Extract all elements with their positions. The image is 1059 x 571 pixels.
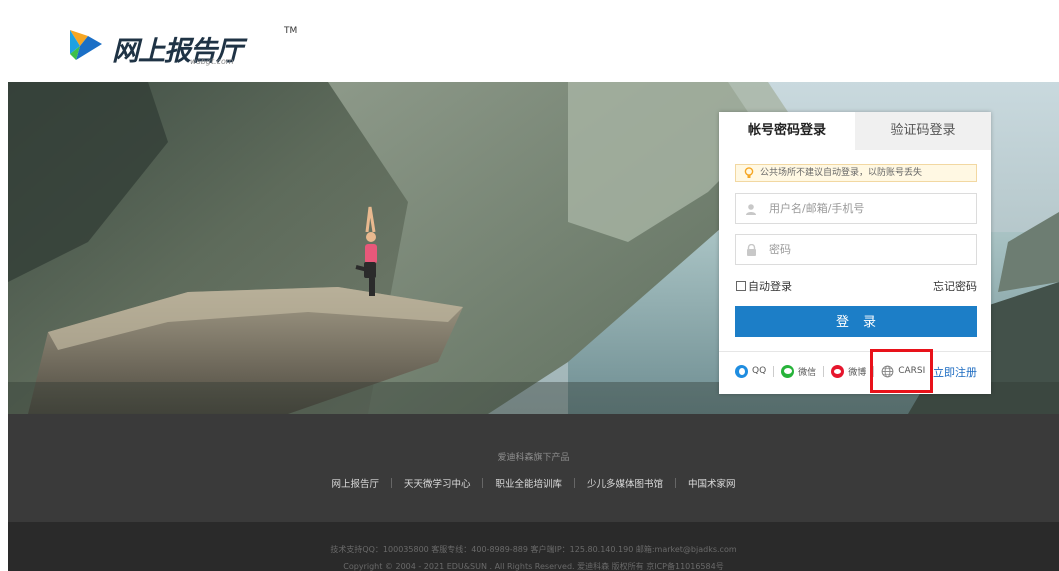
password-field xyxy=(735,234,977,265)
footer-copyright-line: Copyright © 2004 - 2021 EDU&SUN . All Ri… xyxy=(343,562,724,571)
footer-link-wsbgt[interactable]: 网上报告厅 xyxy=(319,476,391,490)
login-notice: 公共场所不建议自动登录，以防账号丢失 xyxy=(735,164,977,182)
tab-password-login[interactable]: 帐号密码登录 xyxy=(719,112,855,150)
register-link[interactable]: 立即注册 xyxy=(933,364,977,380)
weibo-label: 微博 xyxy=(848,367,867,378)
footer-link-shaoer[interactable]: 少儿多媒体图书馆 xyxy=(575,476,675,490)
footer-link-weixuexi[interactable]: 天天微学习中心 xyxy=(392,476,483,490)
user-icon xyxy=(736,194,766,223)
social-separator xyxy=(823,365,825,377)
footer-support-line: 技术支持QQ：100035800 客服专线：400-8989-889 客户端IP… xyxy=(330,545,737,554)
panel-divider xyxy=(719,351,991,352)
auto-login-label: 自动登录 xyxy=(748,280,792,293)
social-separator xyxy=(773,365,775,377)
forgot-password-link[interactable]: 忘记密码 xyxy=(933,278,977,294)
footer-copyright: 技术支持QQ：100035800 客服专线：400-8989-889 客户端IP… xyxy=(8,522,1059,571)
auto-login-checkbox[interactable] xyxy=(736,281,746,291)
login-tabs: 帐号密码登录 验证码登录 xyxy=(719,112,991,150)
footer-made-by: 爱迪科森旗下产品 xyxy=(497,453,570,463)
lightbulb-icon xyxy=(744,167,754,178)
login-page: 网上报告厅 TM wsbgt.com 帐号密码登录 验证码登录 公共场所不建议自… xyxy=(0,0,1059,571)
auto-login-option[interactable]: 自动登录 xyxy=(736,278,792,294)
weibo-icon xyxy=(831,364,845,378)
qq-icon xyxy=(735,364,748,378)
tab-sms-login[interactable]: 验证码登录 xyxy=(855,112,991,150)
weibo-login[interactable]: 微博 xyxy=(831,361,866,381)
wechat-icon xyxy=(781,364,795,378)
wechat-login[interactable]: 微信 xyxy=(781,361,816,381)
login-panel: 帐号密码登录 验证码登录 公共场所不建议自动登录，以防账号丢失 用户名/邮箱/手… xyxy=(719,112,991,394)
lock-icon xyxy=(736,235,766,264)
qq-login[interactable]: QQ xyxy=(735,361,766,381)
site-header: 网上报告厅 TM wsbgt.com xyxy=(0,0,1059,82)
carsi-highlight-box xyxy=(870,349,933,393)
login-button[interactable]: 登录 xyxy=(735,306,977,337)
wechat-label: 微信 xyxy=(798,367,817,378)
logo-subtitle: wsbgt.com xyxy=(190,57,234,66)
footer-link-peixun[interactable]: 职业全能培训库 xyxy=(483,476,574,490)
username-field xyxy=(735,193,977,224)
notice-text: 公共场所不建议自动登录，以防账号丢失 xyxy=(760,168,923,178)
username-input[interactable] xyxy=(769,194,969,223)
site-logo[interactable]: 网上报告厅 TM wsbgt.com xyxy=(66,24,297,67)
password-input[interactable] xyxy=(769,235,969,264)
footer-products: 爱迪科森旗下产品 网上报告厅 天天微学习中心 职业全能培训库 少儿多媒体图书馆 … xyxy=(8,414,1059,522)
footer-link-shujia[interactable]: 中国术家网 xyxy=(676,476,748,490)
qq-label: QQ xyxy=(752,366,767,376)
footer-links: 网上报告厅 天天微学习中心 职业全能培训库 少儿多媒体图书馆 中国术家网 xyxy=(8,476,1059,490)
logo-play-icon xyxy=(70,30,102,60)
logo-trademark: TM xyxy=(284,26,298,36)
